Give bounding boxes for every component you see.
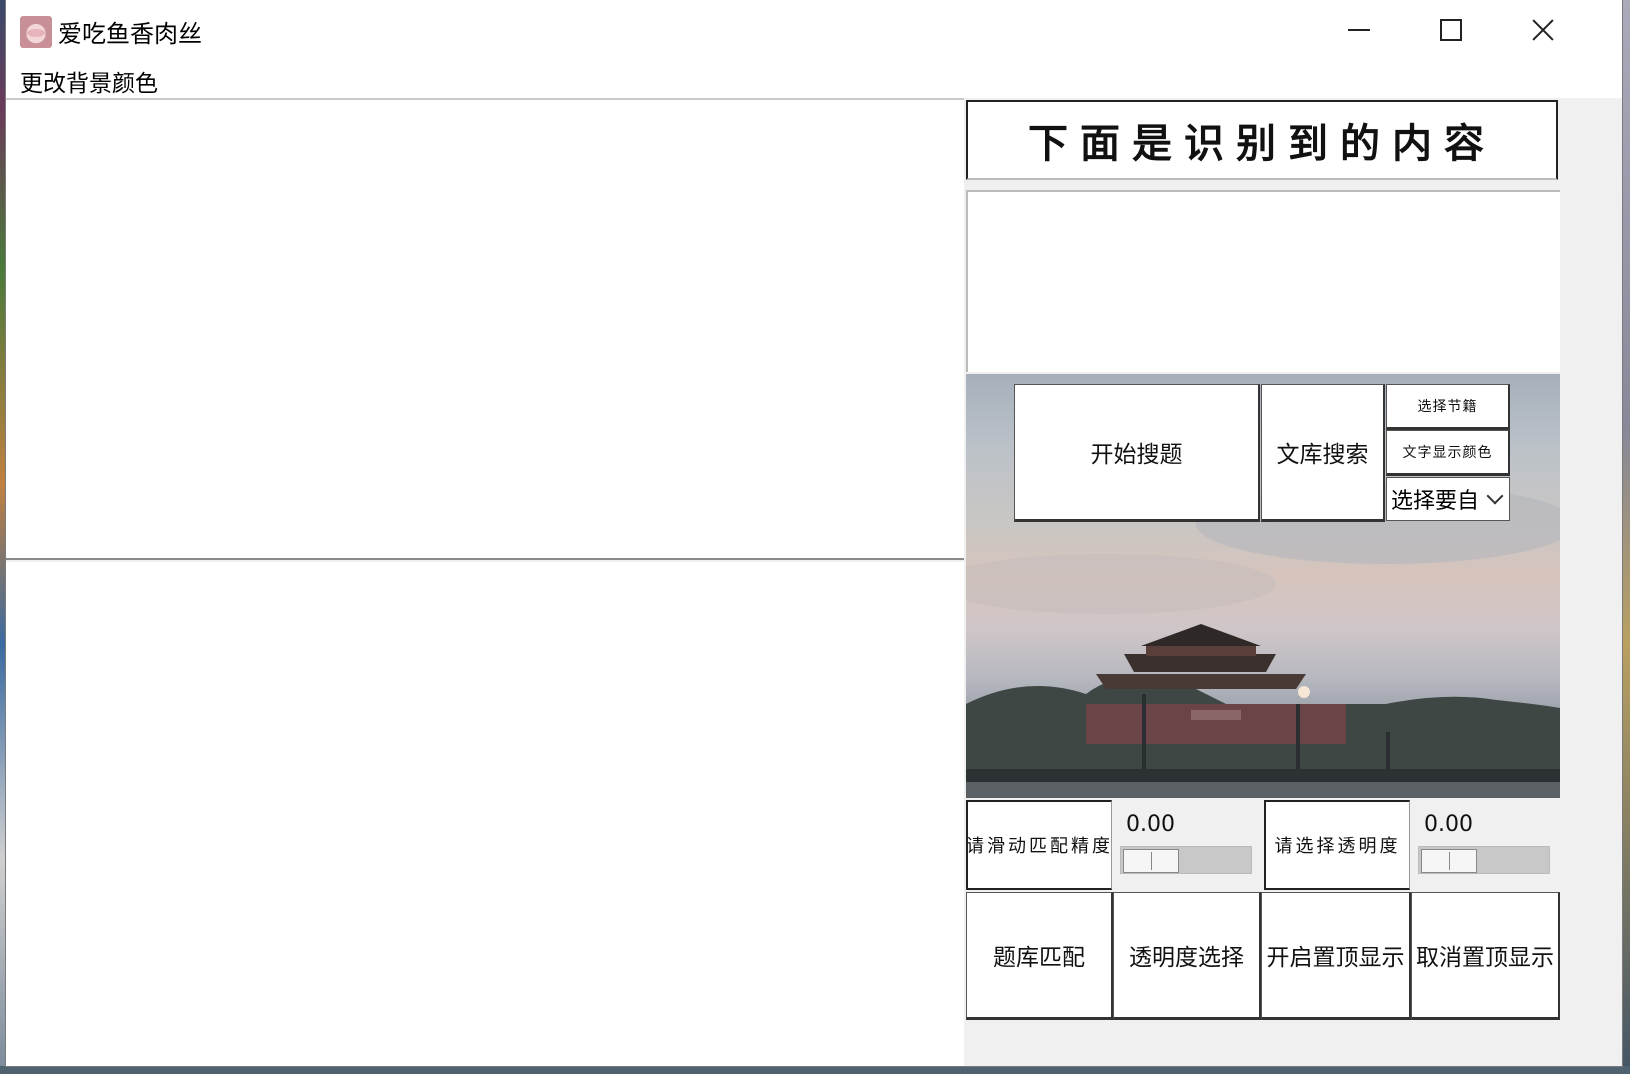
title-bar[interactable]: 爱吃鱼香肉丝 [6, 0, 1622, 60]
close-button[interactable] [1512, 0, 1574, 60]
app-avatar-icon [20, 16, 52, 48]
recognition-header: 下面是识别到的内容 [966, 100, 1558, 180]
match-precision-slider[interactable] [1120, 846, 1252, 874]
question-display-panel[interactable] [6, 98, 964, 560]
client-area: 下面是识别到的内容 开始搜题 文库搜索 选择节籍 文字显示颜色 选择要自 请滑动… [6, 98, 1622, 1066]
menu-item-change-background-color[interactable]: 更改背景颜色 [16, 64, 162, 98]
start-search-button[interactable]: 开始搜题 [1014, 384, 1260, 522]
window-title: 爱吃鱼香肉丝 [58, 20, 202, 48]
minimize-icon [1348, 29, 1370, 31]
text-color-button[interactable]: 文字显示颜色 [1386, 430, 1510, 476]
match-precision-label: 请滑动匹配精度 [966, 800, 1112, 890]
maximize-icon [1440, 19, 1462, 41]
recognition-result-textbox[interactable] [966, 190, 1560, 372]
selection-dropdown[interactable]: 选择要自 [1386, 477, 1510, 521]
recognition-header-text: 下面是识别到的内容 [1028, 120, 1496, 167]
transparency-label: 请选择透明度 [1264, 800, 1410, 890]
slider-thumb[interactable] [1123, 849, 1179, 873]
answer-display-panel[interactable] [6, 562, 964, 1066]
match-precision-slider-panel: 0.00 [1112, 800, 1262, 890]
minimize-button[interactable] [1328, 0, 1390, 60]
choose-section-button[interactable]: 选择节籍 [1386, 384, 1510, 430]
maximize-button[interactable] [1420, 0, 1482, 60]
desktop-background-bottom [0, 1066, 1630, 1074]
transparency-slider[interactable] [1418, 846, 1550, 874]
chevron-down-icon [1486, 487, 1504, 505]
app-window: 爱吃鱼香肉丝 更改背景颜色 下面是识别到的内容 开始搜题 文库搜索 选择节籍 文… [6, 0, 1622, 1066]
enable-topmost-button[interactable]: 开启置顶显示 [1261, 892, 1411, 1020]
transparency-value: 0.00 [1424, 812, 1473, 837]
match-precision-value: 0.00 [1126, 812, 1175, 837]
close-icon [1531, 18, 1555, 42]
selection-dropdown-value: 选择要自 [1391, 489, 1480, 514]
menu-bar: 更改背景颜色 [6, 60, 1622, 98]
bank-match-button[interactable]: 题库匹配 [966, 892, 1113, 1020]
desktop-background-right [1622, 0, 1630, 1074]
transparency-slider-panel: 0.00 [1410, 800, 1560, 890]
cancel-topmost-button[interactable]: 取消置顶显示 [1411, 892, 1560, 1020]
transparency-select-button[interactable]: 透明度选择 [1113, 892, 1261, 1020]
slider-thumb[interactable] [1421, 849, 1477, 873]
library-search-button[interactable]: 文库搜索 [1261, 384, 1385, 522]
